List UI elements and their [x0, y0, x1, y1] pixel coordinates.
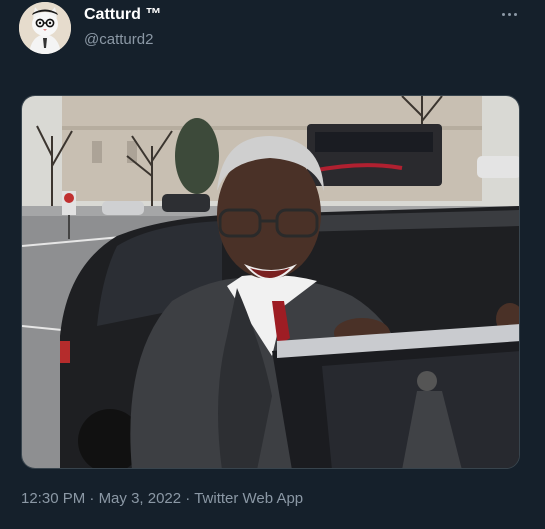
author-handle[interactable]: @catturd2	[84, 30, 161, 50]
tweet-photo[interactable]	[21, 95, 520, 469]
more-options-button[interactable]	[497, 6, 521, 22]
photo-man-at-car-door	[22, 96, 519, 468]
more-options-icon	[507, 12, 511, 16]
tweet-source[interactable]: Twitter Web App	[194, 490, 303, 507]
meta-separator: ·	[85, 490, 99, 507]
tweet-date[interactable]: May 3, 2022	[99, 490, 182, 507]
author-info: Catturd ™ @catturd2	[84, 5, 161, 50]
avatar[interactable]	[19, 2, 71, 54]
tweet: Catturd ™ @catturd2 12:30 PM · May 3, 20…	[0, 0, 545, 529]
tweet-time[interactable]: 12:30 PM	[21, 490, 85, 507]
tweet-meta: 12:30 PM · May 3, 2022 · Twitter Web App	[21, 489, 303, 509]
author-display-name[interactable]: Catturd ™	[84, 5, 161, 25]
cat-avatar-icon	[19, 2, 71, 54]
meta-separator: ·	[181, 490, 195, 507]
more-options-icon	[513, 12, 517, 16]
more-options-icon	[501, 12, 505, 16]
